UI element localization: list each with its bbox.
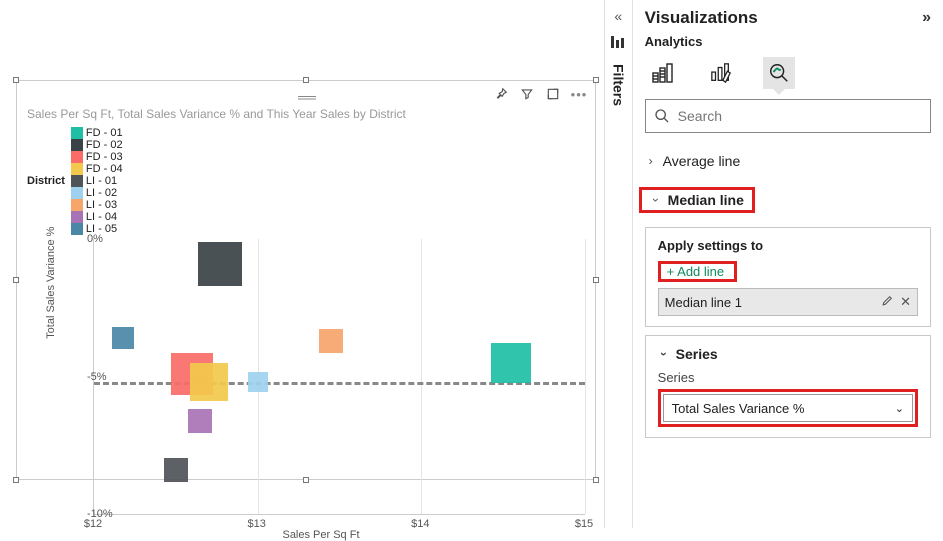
tab-build-visual[interactable]	[647, 57, 679, 89]
legend-swatch	[71, 139, 83, 151]
chevron-down-icon: ⌄	[895, 402, 904, 415]
median-line-label: Median line	[668, 192, 744, 208]
data-point[interactable]	[319, 329, 343, 353]
legend-label: FD - 03	[86, 151, 123, 163]
legend-item[interactable]: FD - 01	[71, 127, 123, 139]
legend-swatch	[71, 127, 83, 139]
x-tick: $12	[84, 518, 102, 530]
legend-swatch	[71, 199, 83, 211]
filters-pane-collapsed[interactable]: « Filters	[604, 0, 632, 528]
average-line-label: Average line	[663, 153, 741, 169]
legend-swatch	[71, 175, 83, 187]
drag-handle-icon[interactable]: ══	[298, 89, 314, 105]
data-point[interactable]	[491, 343, 531, 383]
pane-subtitle: Analytics	[645, 34, 931, 49]
tab-analytics[interactable]	[763, 57, 795, 89]
x-tick: $13	[247, 518, 265, 530]
median-line-item[interactable]: Median line 1 ✕	[658, 288, 918, 316]
legend-label: LI - 01	[86, 175, 117, 187]
resize-handle[interactable]	[13, 77, 19, 83]
legend-item[interactable]: LI - 03	[71, 199, 123, 211]
data-point[interactable]	[164, 458, 188, 482]
median-line-item-name: Median line 1	[665, 295, 742, 310]
visual-container[interactable]: ══ ••• Sales Per Sq Ft, Total Sales Vari…	[16, 80, 596, 480]
expand-right-icon[interactable]: »	[922, 9, 931, 27]
resize-handle[interactable]	[593, 277, 599, 283]
series-section-title: Series	[676, 346, 718, 362]
legend-swatch	[71, 223, 83, 235]
legend-item[interactable]: FD - 04	[71, 163, 123, 175]
apply-settings-card: Apply settings to + Add line Median line…	[645, 227, 931, 327]
filters-icon[interactable]	[611, 36, 625, 48]
y-axis-label: Total Sales Variance %	[45, 227, 57, 339]
pane-title: Visualizations	[645, 8, 758, 28]
median-line-section[interactable]: › Median line	[639, 187, 755, 213]
more-options-icon[interactable]: •••	[571, 86, 587, 102]
filter-icon[interactable]	[519, 86, 535, 102]
data-point[interactable]	[190, 363, 228, 401]
resize-handle[interactable]	[593, 477, 599, 483]
visualizations-pane: Visualizations » Analytics › Average lin…	[632, 0, 943, 528]
tab-format-visual[interactable]	[705, 57, 737, 89]
legend-label: LI - 03	[86, 199, 117, 211]
legend-swatch	[71, 187, 83, 199]
legend-item[interactable]: FD - 02	[71, 139, 123, 151]
pin-icon[interactable]	[493, 86, 509, 102]
chart-legend: District FD - 01FD - 02FD - 03FD - 04LI …	[17, 125, 595, 239]
resize-handle[interactable]	[303, 77, 309, 83]
legend-item[interactable]: FD - 03	[71, 151, 123, 163]
close-icon[interactable]: ✕	[900, 294, 911, 310]
report-canvas[interactable]: ══ ••• Sales Per Sq Ft, Total Sales Vari…	[0, 0, 604, 528]
legend-swatch	[71, 163, 83, 175]
resize-handle[interactable]	[13, 277, 19, 283]
resize-handle[interactable]	[13, 477, 19, 483]
data-point[interactable]	[198, 242, 242, 286]
gridline	[421, 239, 422, 514]
chart-title: Sales Per Sq Ft, Total Sales Variance % …	[17, 107, 595, 125]
chevron-down-icon: ›	[649, 194, 663, 206]
legend-label: LI - 04	[86, 211, 117, 223]
legend-item[interactable]: LI - 04	[71, 211, 123, 223]
search-input[interactable]	[676, 107, 922, 125]
filters-label[interactable]: Filters	[610, 64, 626, 106]
resize-handle[interactable]	[593, 77, 599, 83]
series-dropdown-value: Total Sales Variance %	[672, 401, 805, 416]
x-tick: $14	[411, 518, 429, 530]
search-icon	[654, 108, 670, 124]
legend-label: FD - 04	[86, 163, 123, 175]
series-dropdown[interactable]: Total Sales Variance % ⌄	[663, 394, 913, 422]
chevron-right-icon: ›	[645, 154, 657, 168]
legend-label: FD - 02	[86, 139, 123, 151]
data-point[interactable]	[112, 327, 134, 349]
legend-label: FD - 01	[86, 127, 123, 139]
legend-swatch	[71, 151, 83, 163]
add-line-button[interactable]: + Add line	[663, 262, 728, 281]
focus-mode-icon[interactable]	[545, 86, 561, 102]
expand-left-icon[interactable]: «	[614, 8, 622, 24]
series-field-label: Series	[658, 370, 918, 385]
search-box[interactable]	[645, 99, 931, 133]
data-point[interactable]	[248, 372, 268, 392]
legend-label: LI - 02	[86, 187, 117, 199]
edit-icon[interactable]	[881, 294, 894, 310]
x-tick: $15	[575, 518, 593, 530]
legend-item[interactable]: LI - 01	[71, 175, 123, 187]
average-line-section[interactable]: › Average line	[645, 147, 931, 175]
data-point[interactable]	[188, 409, 212, 433]
series-card: › Series Series Total Sales Variance % ⌄	[645, 335, 931, 438]
legend-swatch	[71, 211, 83, 223]
chevron-down-icon[interactable]: ›	[657, 348, 671, 360]
apply-settings-title: Apply settings to	[658, 238, 918, 253]
legend-item[interactable]: LI - 02	[71, 187, 123, 199]
x-axis-label: Sales Per Sq Ft	[282, 529, 359, 541]
legend-title: District	[27, 175, 65, 187]
chart-plot-area[interactable]	[93, 239, 585, 515]
